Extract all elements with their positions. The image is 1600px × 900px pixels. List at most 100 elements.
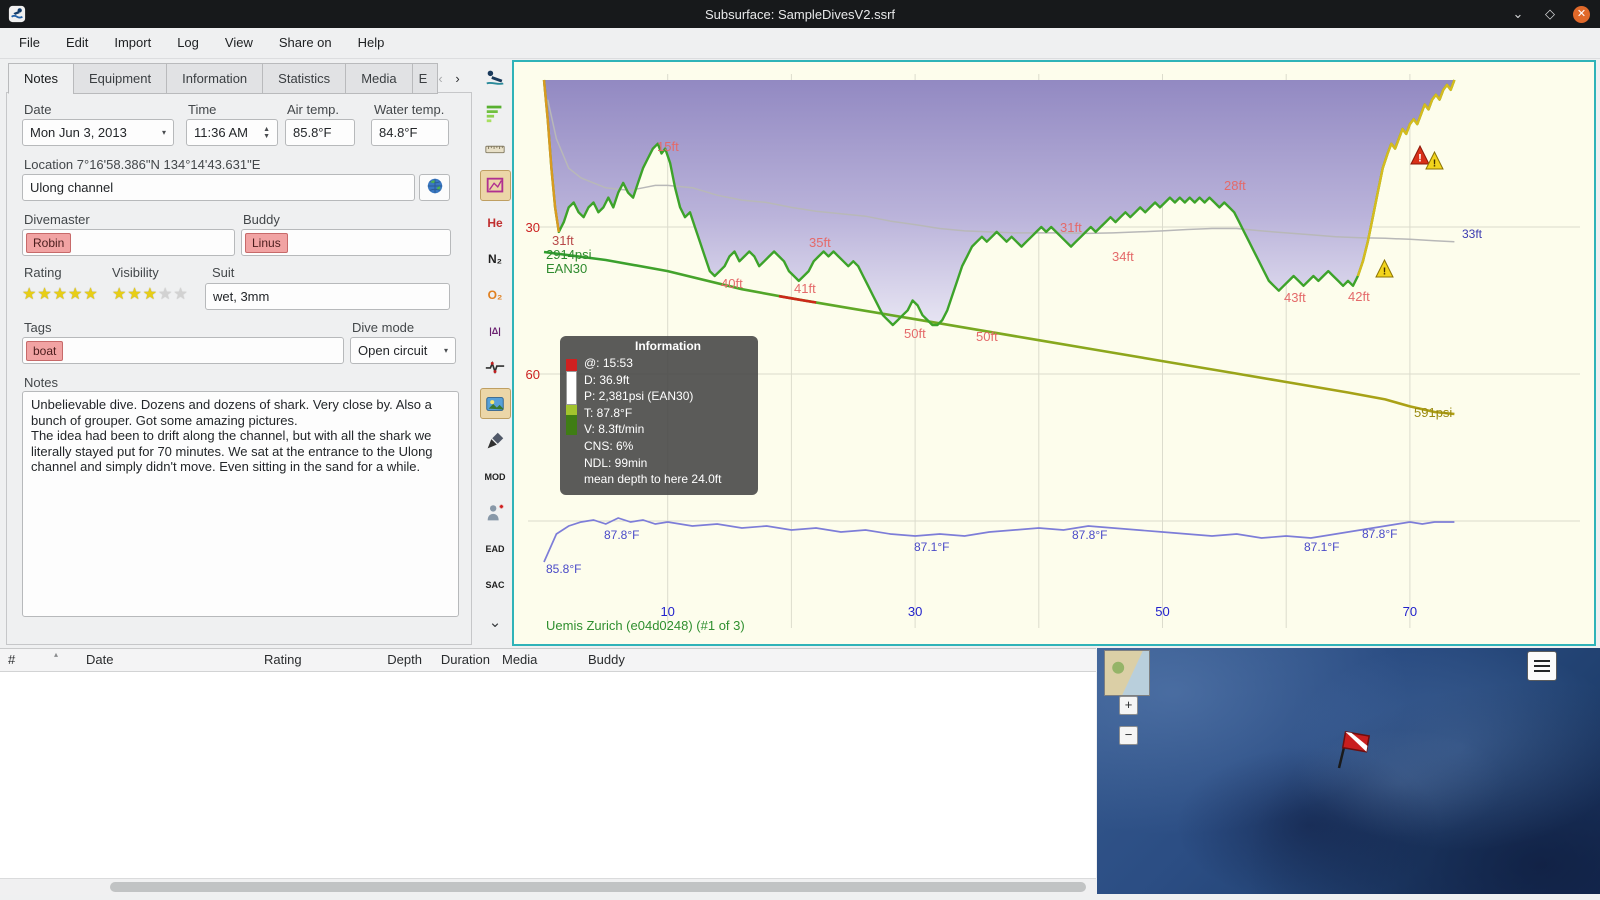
- column-header-duration[interactable]: Duration: [428, 649, 490, 671]
- tts-icon[interactable]: |Δ|: [481, 316, 510, 345]
- globe-button[interactable]: [419, 174, 450, 201]
- svg-text:50ft: 50ft: [976, 329, 998, 344]
- svg-text:40ft: 40ft: [721, 276, 743, 291]
- photos-icon[interactable]: [479, 388, 511, 419]
- tab-information[interactable]: Information: [166, 63, 263, 94]
- scrollbar-thumb[interactable]: [110, 882, 1086, 892]
- map-panel[interactable]: + −: [1097, 648, 1600, 894]
- tooltip-row: mean depth to here 24.0ft: [584, 472, 722, 487]
- dive-list-header: # Date Rating Depth Duration Media Buddy ▴: [0, 649, 1096, 672]
- column-header-rating[interactable]: Rating: [264, 649, 302, 671]
- date-select[interactable]: Mon Jun 3, 2013 ▾: [22, 119, 174, 146]
- column-header-num[interactable]: #: [8, 649, 15, 671]
- tooltip-row: T: 87.8°F: [584, 405, 633, 420]
- column-header-depth[interactable]: Depth: [378, 649, 422, 671]
- maximize-icon[interactable]: ◇: [1541, 6, 1559, 22]
- dive-profile-panel[interactable]: 30 60 10 30 50 70 31ft 15ft 40ft 41ft 35ft 50ft 50ft…: [512, 60, 1596, 646]
- svg-text:10: 10: [660, 604, 674, 619]
- dive-site-flag-marker[interactable]: [1330, 726, 1376, 775]
- svg-text:2914psi: 2914psi: [546, 247, 592, 262]
- air-temp-field[interactable]: [285, 119, 355, 146]
- profile-toolbar: He N₂ O₂ |Δ| MOD EAD SAC ⌄: [477, 62, 513, 631]
- map-zoom-out-button[interactable]: −: [1119, 726, 1138, 745]
- tooltip-row: CNS: 6%: [584, 438, 634, 453]
- dive-mode-label: Dive mode: [352, 320, 415, 335]
- star-icon: ★: [52, 286, 69, 303]
- column-header-date[interactable]: Date: [86, 649, 113, 671]
- pp-he-icon[interactable]: He: [481, 208, 510, 237]
- dive-list: # Date Rating Depth Duration Media Buddy ▴: [0, 648, 1096, 879]
- water-temp-field[interactable]: [371, 119, 449, 146]
- suit-field[interactable]: [205, 283, 450, 310]
- tab-equipment[interactable]: Equipment: [72, 63, 167, 94]
- time-stepper[interactable]: 11:36 AM ▲ ▼: [186, 119, 278, 146]
- horizontal-scrollbar[interactable]: [0, 878, 1096, 895]
- minimize-icon[interactable]: ⌄: [1509, 6, 1527, 22]
- tab-media[interactable]: Media: [345, 63, 412, 94]
- tissue-bars-icon[interactable]: [481, 98, 510, 127]
- star-icon: ★: [142, 286, 159, 303]
- air-temp-label: Air temp.: [287, 102, 340, 117]
- menu-import[interactable]: Import: [101, 28, 164, 58]
- location-field[interactable]: [22, 174, 415, 201]
- svg-text:34ft: 34ft: [1112, 249, 1134, 264]
- rating-stars[interactable]: ★★★★★: [22, 284, 99, 304]
- svg-text:31ft: 31ft: [552, 233, 574, 248]
- pp-n2-icon[interactable]: N₂: [481, 244, 510, 273]
- menu-view[interactable]: View: [212, 28, 266, 58]
- visibility-stars[interactable]: ★★★★★: [112, 284, 189, 304]
- close-icon[interactable]: ✕: [1573, 5, 1590, 23]
- menu-help[interactable]: Help: [345, 28, 398, 58]
- dc-ceiling-icon[interactable]: [481, 62, 510, 91]
- pp-o2-icon[interactable]: O₂: [481, 280, 510, 309]
- star-icon: ★: [83, 286, 99, 303]
- rating-label: Rating: [24, 265, 62, 280]
- tab-notes[interactable]: Notes: [8, 63, 73, 94]
- svg-text:43ft: 43ft: [1284, 290, 1306, 305]
- tags-field[interactable]: boat: [22, 337, 344, 364]
- heartrate-icon[interactable]: [481, 352, 510, 381]
- svg-text:EAN30: EAN30: [546, 261, 587, 276]
- column-header-buddy[interactable]: Buddy: [588, 649, 625, 671]
- menu-share-on[interactable]: Share on: [266, 28, 345, 58]
- svg-text:591psi: 591psi: [1414, 405, 1452, 420]
- spinner-arrows-icon[interactable]: ▲ ▼: [263, 126, 270, 140]
- dive-mode-select[interactable]: Open circuit ▾: [350, 337, 456, 364]
- map-menu-button[interactable]: [1527, 651, 1557, 681]
- suit-label: Suit: [212, 265, 235, 280]
- tooltip-row: @: 15:53: [584, 356, 633, 370]
- menu-log[interactable]: Log: [164, 28, 212, 58]
- ead-icon[interactable]: EAD: [481, 534, 510, 563]
- tooltip-row: D: 36.9ft: [584, 372, 630, 387]
- map-zoom-in-button[interactable]: +: [1119, 696, 1138, 715]
- svg-text:31ft: 31ft: [1060, 220, 1082, 235]
- time-label: Time: [188, 102, 217, 117]
- svg-text:60: 60: [526, 367, 540, 382]
- column-header-media[interactable]: Media: [502, 649, 537, 671]
- sac-icon[interactable]: SAC: [481, 570, 510, 599]
- toolbar-more-icon[interactable]: ⌄: [477, 613, 513, 631]
- svg-text:35ft: 35ft: [809, 235, 831, 250]
- star-icon: ★: [112, 286, 128, 303]
- menu-edit[interactable]: Edit: [53, 28, 101, 58]
- divemaster-field[interactable]: Robin: [22, 229, 235, 256]
- svg-text:50ft: 50ft: [904, 326, 926, 341]
- menu-bar: File Edit Import Log View Share on Help: [0, 28, 1600, 59]
- sort-indicator-icon: ▴: [54, 650, 59, 659]
- menu-file[interactable]: File: [6, 28, 53, 58]
- tags-label: Tags: [24, 320, 52, 335]
- tab-scroll-right-icon[interactable]: ›: [451, 68, 464, 89]
- ceiling-person-icon[interactable]: [481, 498, 510, 527]
- water-temp-label: Water temp.: [374, 102, 445, 117]
- tab-statistics[interactable]: Statistics: [262, 63, 346, 94]
- scale-graph-icon[interactable]: [479, 170, 511, 201]
- buddy-field[interactable]: Linus: [241, 229, 451, 256]
- notes-textarea[interactable]: Unbelievable dive. Dozens and dozens of …: [22, 391, 459, 617]
- window-title: Subsurface: SampleDivesV2.ssrf: [704, 6, 896, 22]
- tab-scroll-left-icon[interactable]: ‹: [434, 68, 447, 89]
- pen-icon[interactable]: [481, 426, 510, 455]
- mod-icon[interactable]: MOD: [481, 462, 510, 491]
- star-icon: ★: [68, 286, 84, 303]
- svg-text:87.1°F: 87.1°F: [914, 540, 949, 554]
- ruler-icon[interactable]: [481, 134, 510, 163]
